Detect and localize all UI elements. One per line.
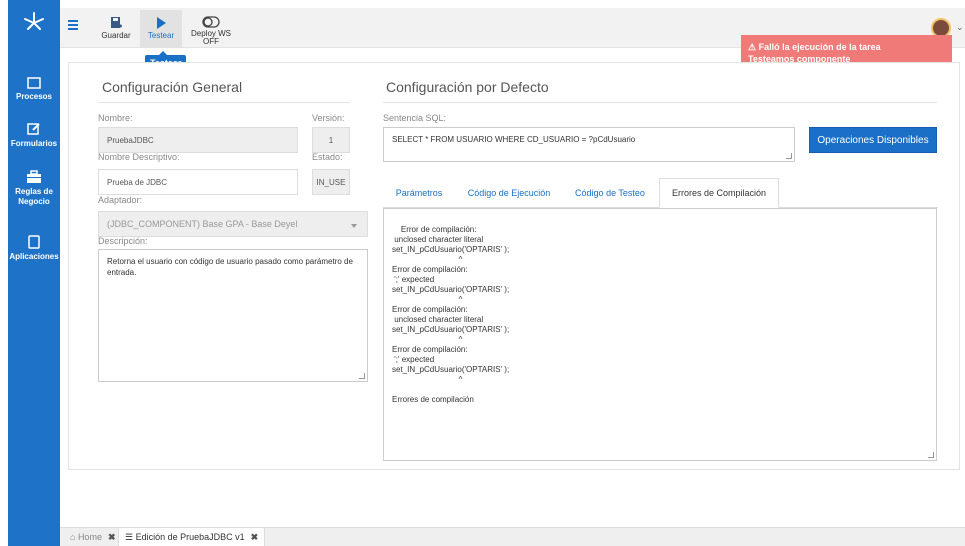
list-icon: ☰ — [125, 531, 136, 542]
caret-down-icon — [351, 224, 357, 228]
left-gutter — [0, 0, 8, 546]
warning-icon: ⚠ — [748, 42, 759, 52]
play-icon — [157, 17, 166, 29]
tab-codigo-ejecucion[interactable]: Código de Ejecución — [457, 178, 561, 208]
home-icon: ⌂ — [70, 532, 78, 542]
tablet-icon — [28, 235, 40, 249]
edit-icon — [27, 123, 40, 135]
adaptador-label: Adaptador: — [98, 195, 143, 205]
errores-compilacion-textarea[interactable]: Error de compilación: unclosed character… — [383, 208, 937, 461]
version-label: Versión: — [312, 113, 345, 123]
close-icon[interactable]: ✖ — [108, 532, 116, 543]
bottom-tab-edicion[interactable]: ☰ Edición de PruebaJDBC v1 ✖ — [118, 528, 266, 546]
operaciones-disponibles-button[interactable]: Operaciones Disponibles — [809, 127, 937, 153]
sidebar-item-label: Procesos — [15, 92, 53, 101]
adaptador-select[interactable]: (JDBC_COMPONENT) Base GPA - Base Deyel — [98, 211, 368, 237]
sidebar-item-label: Reglas de Negocio — [15, 187, 53, 206]
app-logo-icon[interactable] — [8, 6, 60, 36]
sidebar-item-formularios[interactable]: Formularios — [8, 122, 60, 149]
bottom-tab-bar: ⌂ Home ✖ ☰ Edición de PruebaJDBC v1 ✖ — [60, 527, 965, 546]
divider — [98, 102, 350, 103]
resize-handle[interactable] — [928, 452, 934, 458]
content-bottom-area — [60, 470, 965, 527]
bottom-tab-home[interactable]: ⌂ Home ✖ — [64, 528, 122, 546]
top-strip — [60, 0, 965, 8]
estado-label: Estado: — [312, 152, 343, 162]
toggle-icon — [202, 16, 220, 28]
briefcase-icon — [27, 170, 41, 183]
sql-label: Sentencia SQL: — [383, 113, 447, 123]
sidebar-item-procesos[interactable]: Procesos — [8, 77, 60, 102]
sidebar-item-label: Aplicaciones — [9, 252, 59, 261]
nombre-descriptivo-label: Nombre Descriptivo: — [98, 152, 180, 162]
general-config-title: Configuración General — [102, 79, 243, 95]
descripcion-textarea[interactable]: Retorna el usuario con código de usuario… — [98, 249, 368, 382]
sidebar-item-reglas[interactable]: Reglas de Negocio — [8, 170, 60, 207]
tab-errores-compilacion[interactable]: Errores de Compilación — [659, 178, 779, 208]
nombre-descriptivo-field[interactable]: Prueba de JDBC — [98, 169, 298, 195]
estado-field[interactable]: IN_USE — [312, 169, 350, 195]
menu-icon[interactable] — [68, 20, 78, 32]
nombre-field[interactable]: PruebaJDBC — [98, 127, 298, 153]
tab-codigo-testeo[interactable]: Código de Testeo — [565, 178, 655, 208]
sidebar-item-label: Formularios — [10, 139, 58, 148]
save-icon — [111, 17, 122, 28]
window-icon — [27, 77, 41, 89]
version-field[interactable]: 1 — [312, 127, 350, 153]
descripcion-label: Descripción: — [98, 236, 148, 246]
resize-handle[interactable] — [786, 153, 792, 159]
divider — [383, 102, 937, 103]
app-window: Procesos Formularios Reglas de Negocio A… — [0, 0, 965, 546]
nombre-label: Nombre: — [98, 113, 133, 123]
tab-parametros[interactable]: Parámetros — [383, 178, 455, 208]
config-tabs: Parámetros Código de Ejecución Código de… — [383, 178, 938, 208]
sidebar-item-aplicaciones[interactable]: Aplicaciones — [8, 235, 60, 262]
guardar-button[interactable]: Guardar — [98, 10, 134, 48]
deploy-ws-button[interactable]: Deploy WS OFF — [188, 10, 234, 48]
testear-button[interactable]: Testear — [140, 10, 182, 48]
default-config-title: Configuración por Defecto — [386, 79, 549, 95]
sql-textarea[interactable]: SELECT * FROM USUARIO WHERE CD_USUARIO =… — [383, 127, 795, 162]
chevron-down-icon[interactable]: ⌄ — [956, 22, 964, 32]
resize-handle[interactable] — [359, 373, 365, 379]
close-icon[interactable]: ✖ — [251, 532, 259, 543]
